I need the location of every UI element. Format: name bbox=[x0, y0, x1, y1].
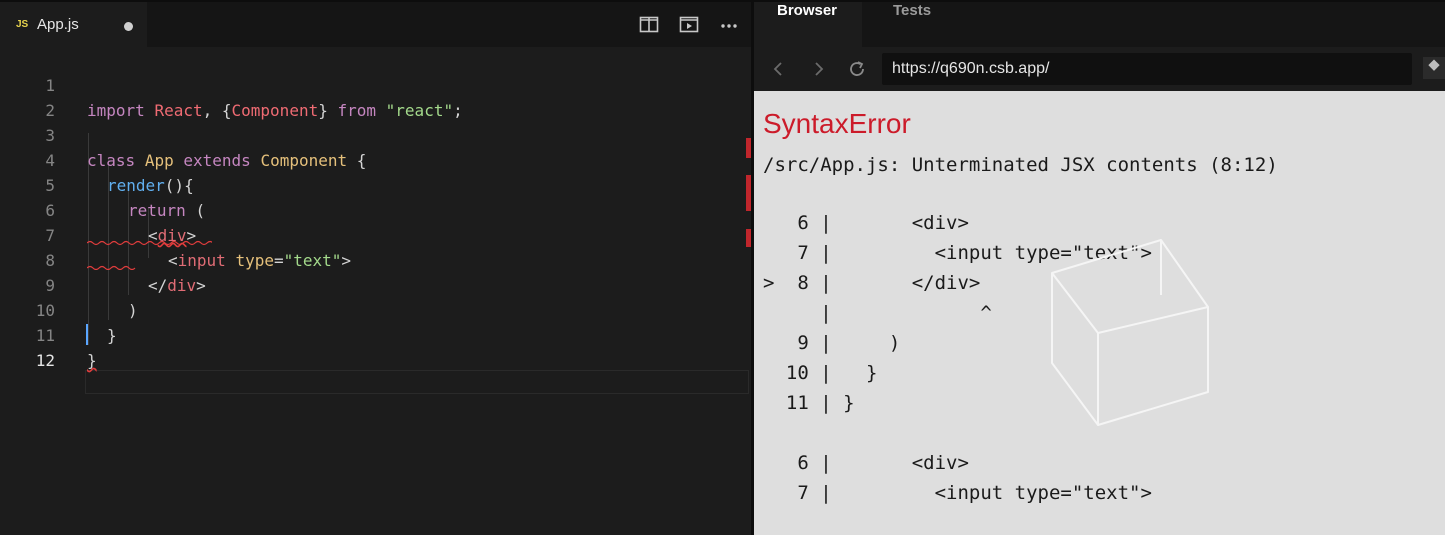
code-token: } bbox=[87, 351, 97, 370]
address-bar[interactable]: https://q690n.csb.app/ bbox=[882, 53, 1412, 85]
javascript-file-icon: JS bbox=[16, 19, 29, 30]
code-line: 7 <input type="text"> bbox=[0, 198, 751, 270]
code-frame-line: 6 | <div> bbox=[763, 212, 969, 234]
code-frame-line: 11 | } bbox=[763, 392, 855, 414]
line-number: 12 bbox=[35, 351, 55, 370]
code-line: 3 class App extends Component { bbox=[0, 98, 751, 170]
error-squiggle bbox=[87, 240, 212, 246]
more-icon[interactable] bbox=[719, 15, 739, 35]
unsaved-changes-dot-icon[interactable] bbox=[124, 22, 133, 31]
error-message: /src/App.js: Unterminated JSX contents (… bbox=[763, 154, 1278, 176]
error-squiggle bbox=[87, 265, 136, 270]
browser-tab-bar: Browser Tests bbox=[754, 0, 1445, 47]
code-line: 6 <div> bbox=[0, 173, 751, 245]
tab-tests[interactable]: Tests bbox=[893, 2, 931, 47]
code-line: 4 render(){ bbox=[0, 123, 751, 195]
error-squiggle-marks bbox=[87, 240, 212, 270]
back-arrow-icon[interactable] bbox=[769, 59, 789, 79]
code-frame-line: 7 | <input type="text"> bbox=[763, 482, 1152, 504]
line-content: } bbox=[87, 348, 97, 373]
forward-arrow-icon[interactable] bbox=[808, 59, 828, 79]
code-line: 12 bbox=[0, 323, 751, 370]
browser-pane: Browser Tests https://q690n.csb.app/ Syn… bbox=[754, 0, 1445, 535]
error-title: SyntaxError bbox=[763, 108, 911, 139]
code-frame-line: 10 | } bbox=[763, 362, 878, 384]
error-overlay: SyntaxError /src/App.js: Unterminated JS… bbox=[754, 91, 1445, 535]
text-cursor bbox=[86, 324, 88, 345]
open-in-new-window-icon[interactable] bbox=[1423, 57, 1445, 79]
code-editor-pane: JS App.js 1 import React, {Component} fr… bbox=[0, 0, 751, 535]
code-area[interactable]: 1 import React, {Component} from "react"… bbox=[0, 48, 751, 535]
code-line: 10 } bbox=[0, 273, 751, 345]
editor-tab-bar: JS App.js bbox=[0, 0, 751, 47]
code-line: 5 return ( bbox=[0, 148, 751, 220]
address-bar-url[interactable]: https://q690n.csb.app/ bbox=[892, 60, 1049, 78]
refresh-icon[interactable] bbox=[847, 59, 867, 79]
split-editor-icon[interactable] bbox=[639, 15, 659, 35]
browser-toolbar: https://q690n.csb.app/ bbox=[754, 47, 1445, 91]
code-frame-line: 9 | ) bbox=[763, 332, 901, 354]
code-frame-line: > 8 | </div> bbox=[763, 272, 981, 294]
preview-icon[interactable] bbox=[679, 15, 699, 35]
file-tab-label: App.js bbox=[37, 16, 79, 33]
current-line-highlight bbox=[85, 370, 749, 394]
code-line: 1 import React, {Component} from "react"… bbox=[0, 48, 751, 120]
code-line: 2 bbox=[0, 73, 751, 120]
file-tab-app-js[interactable]: JS App.js bbox=[0, 2, 147, 47]
tab-browser[interactable]: Browser bbox=[754, 2, 862, 47]
code-line: 11 } bbox=[0, 298, 751, 370]
code-frame-line: 6 | <div> bbox=[763, 452, 969, 474]
code-frame-line: | ^ bbox=[763, 302, 992, 324]
codesandbox-cube-watermark-icon bbox=[1051, 239, 1209, 426]
